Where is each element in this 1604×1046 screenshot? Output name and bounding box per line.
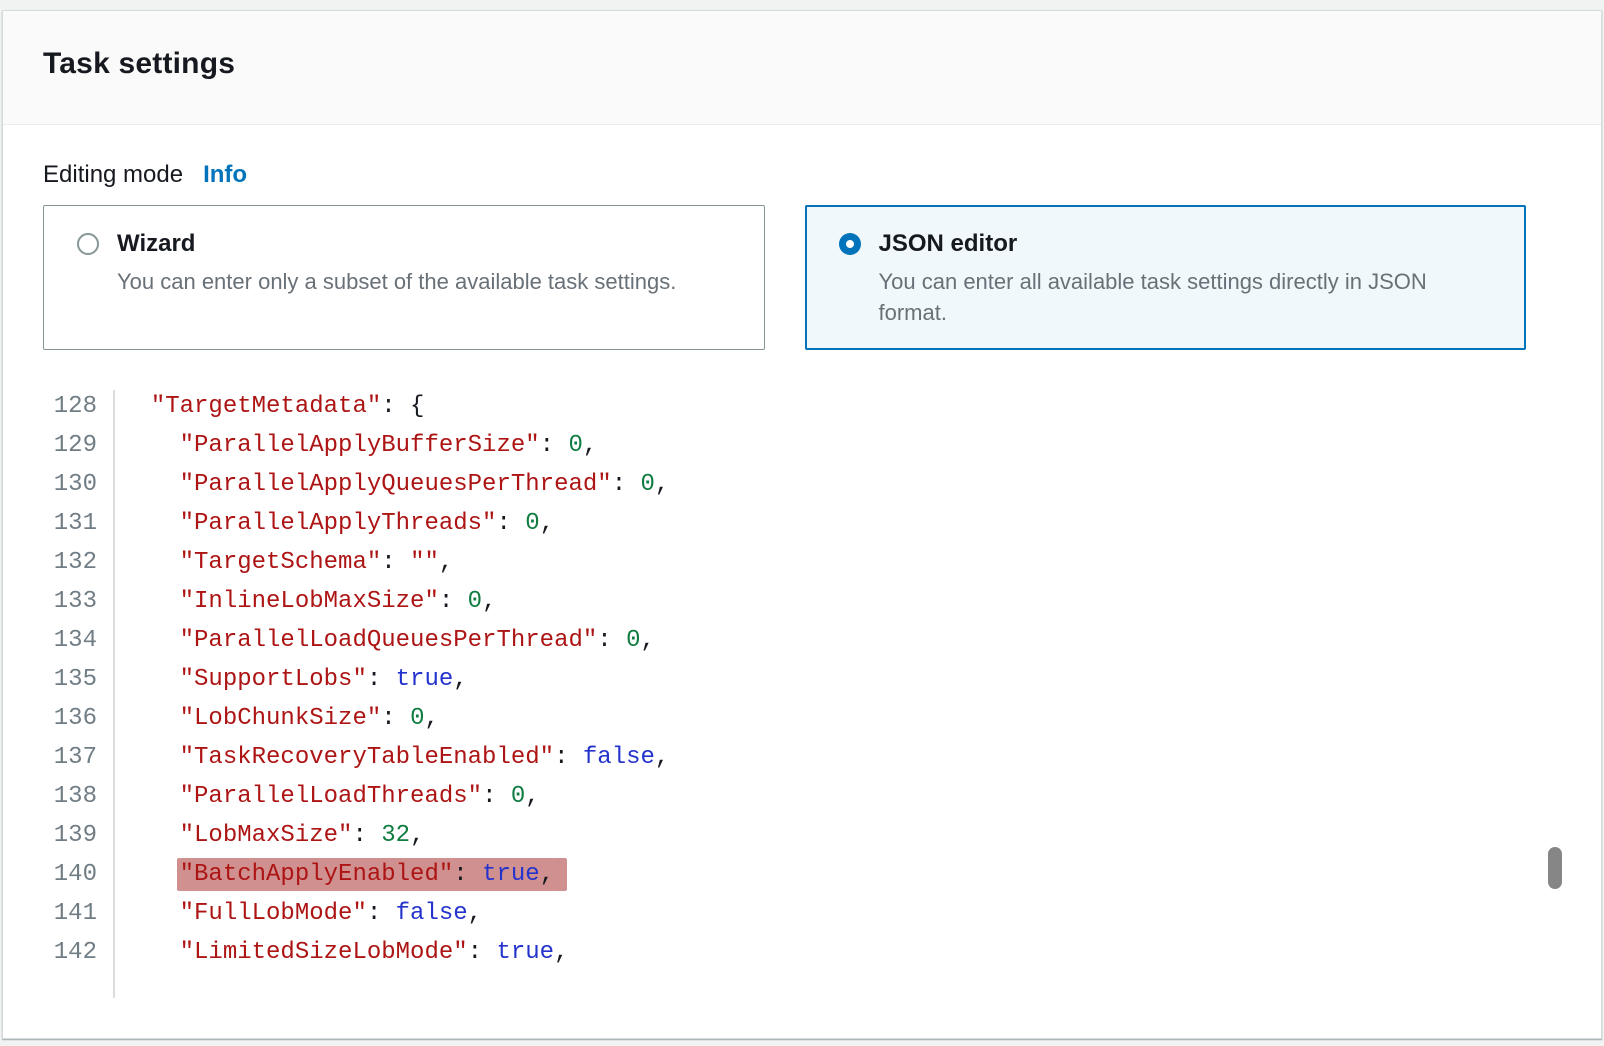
line-number: 128 (43, 387, 113, 426)
code-line: 137 "TaskRecoveryTableEnabled": false, (43, 738, 1526, 777)
editing-mode-options: Wizard You can enter only a subset of th… (43, 205, 1526, 350)
line-number: 138 (43, 777, 113, 816)
line-number: 129 (43, 426, 113, 465)
code-text: "ParallelApplyThreads": 0, (113, 504, 554, 543)
code-line: 135 "SupportLobs": true, (43, 660, 1526, 699)
option-description: You can enter only a subset of the avail… (117, 266, 717, 297)
code-line: 139 "LobMaxSize": 32, (43, 816, 1526, 855)
code-text: "InlineLobMaxSize": 0, (113, 582, 496, 621)
line-number: 130 (43, 465, 113, 504)
line-number: 137 (43, 738, 113, 777)
line-number: 132 (43, 543, 113, 582)
line-number: 141 (43, 894, 113, 933)
option-tile-json-editor[interactable]: JSON editor You can enter all available … (805, 205, 1527, 350)
code-line: 142 "LimitedSizeLobMode": true, (43, 933, 1526, 972)
code-text: "LobChunkSize": 0, (113, 699, 439, 738)
code-text: "BatchApplyEnabled": true, (113, 855, 554, 894)
panel-header: Task settings (3, 11, 1601, 125)
editing-mode-row: Editing mode Info (43, 161, 1526, 189)
task-settings-panel: Task settings Editing mode Info Wizard Y… (2, 10, 1602, 1039)
option-tile-wizard-top: Wizard (77, 230, 734, 258)
line-number: 133 (43, 582, 113, 621)
code-text: "ParallelApplyQueuesPerThread": 0, (113, 465, 669, 504)
code-text: "ParallelLoadQueuesPerThread": 0, (113, 621, 655, 660)
option-tile-json-editor-top: JSON editor (839, 230, 1496, 258)
page-title: Task settings (43, 47, 1561, 81)
editor-scrollbar-thumb[interactable] (1548, 847, 1562, 889)
json-code-editor[interactable]: 128 "TargetMetadata": {129 "ParallelAppl… (43, 387, 1526, 998)
code-line: 140 "BatchApplyEnabled": true, (43, 855, 1526, 894)
code-line: 134 "ParallelLoadQueuesPerThread": 0, (43, 621, 1526, 660)
code-text: "ParallelApplyBufferSize": 0, (113, 426, 597, 465)
code-line: 129 "ParallelApplyBufferSize": 0, (43, 426, 1526, 465)
radio-button-wizard[interactable] (77, 233, 99, 255)
option-description: You can enter all available task setting… (879, 266, 1479, 328)
code-line: 133 "InlineLobMaxSize": 0, (43, 582, 1526, 621)
radio-button-json-editor[interactable] (839, 233, 861, 255)
highlighted-code: "BatchApplyEnabled": true, (180, 858, 554, 891)
panel-body: Editing mode Info Wizard You can enter o… (3, 125, 1601, 998)
code-line: 132 "TargetSchema": "", (43, 543, 1526, 582)
option-label: Wizard (117, 230, 195, 258)
code-line: 131 "ParallelApplyThreads": 0, (43, 504, 1526, 543)
code-text: "TaskRecoveryTableEnabled": false, (113, 738, 669, 777)
code-text: "LimitedSizeLobMode": true, (113, 933, 568, 972)
code-line: 128 "TargetMetadata": { (43, 387, 1526, 426)
code-line: 138 "ParallelLoadThreads": 0, (43, 777, 1526, 816)
code-line: 141 "FullLobMode": false, (43, 894, 1526, 933)
info-link[interactable]: Info (203, 161, 247, 189)
line-number: 136 (43, 699, 113, 738)
code-text: "FullLobMode": false, (113, 894, 482, 933)
code-text: "ParallelLoadThreads": 0, (113, 777, 540, 816)
code-text: "LobMaxSize": 32, (113, 816, 424, 855)
code-line: 130 "ParallelApplyQueuesPerThread": 0, (43, 465, 1526, 504)
line-number: 142 (43, 933, 113, 972)
gutter-divider (113, 390, 115, 998)
line-number: 134 (43, 621, 113, 660)
line-number: 139 (43, 816, 113, 855)
line-number: 131 (43, 504, 113, 543)
line-number: 135 (43, 660, 113, 699)
code-text: "TargetMetadata": { (113, 387, 424, 426)
editing-mode-label: Editing mode (43, 161, 183, 189)
option-label: JSON editor (879, 230, 1018, 258)
line-number: 140 (43, 855, 113, 894)
option-tile-wizard[interactable]: Wizard You can enter only a subset of th… (43, 205, 765, 350)
code-text: "TargetSchema": "", (113, 543, 453, 582)
code-line: 136 "LobChunkSize": 0, (43, 699, 1526, 738)
code-text: "SupportLobs": true, (113, 660, 468, 699)
